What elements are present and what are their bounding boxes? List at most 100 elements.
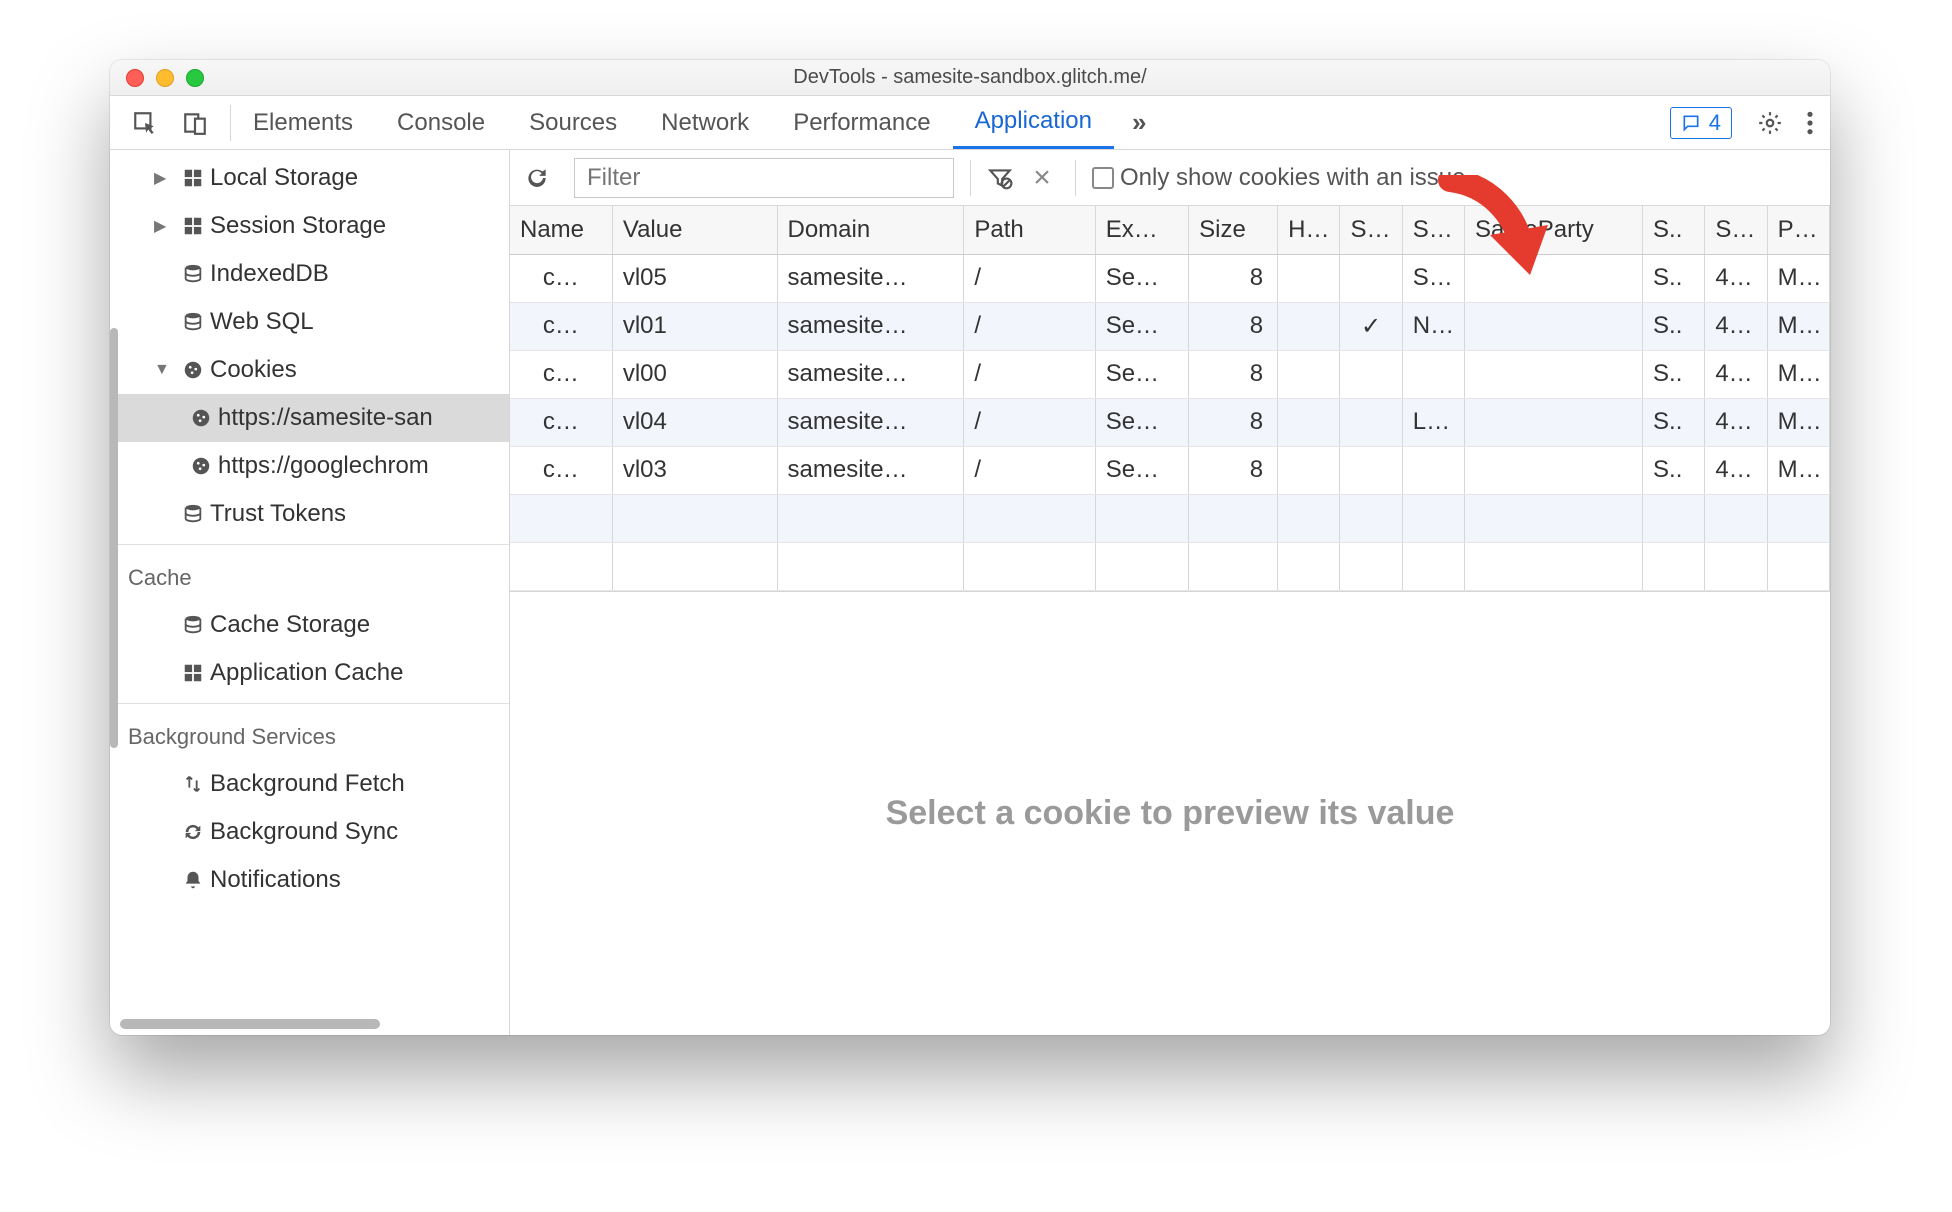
tab-elements[interactable]: Elements <box>231 96 375 149</box>
issues-count: 4 <box>1709 110 1721 136</box>
cell-s2: S.. <box>1643 398 1705 446</box>
cell-name: c… <box>510 350 612 398</box>
sidebar-scrollbar[interactable] <box>110 328 118 748</box>
col-name[interactable]: Name <box>510 206 612 254</box>
sidebar-item-label: Background Sync <box>210 818 398 846</box>
sidebar-item-websql[interactable]: Web SQL <box>110 298 509 346</box>
cookie-preview: Select a cookie to preview its value <box>510 592 1830 1036</box>
cell-size: 8 <box>1189 446 1278 494</box>
bell-icon <box>176 869 210 891</box>
sidebar-item-label: Notifications <box>210 866 341 894</box>
table-row[interactable]: c…vl03samesite…/Se…8S..4…M… <box>510 446 1830 494</box>
device-toggle-icon[interactable] <box>175 110 215 136</box>
table-row[interactable]: c…vl00samesite…/Se…8S..4…M… <box>510 350 1830 398</box>
sidebar-item-label: https://googlechrom <box>218 452 429 480</box>
col-secure[interactable]: S… <box>1340 206 1402 254</box>
col-priority[interactable]: P… <box>1767 206 1829 254</box>
cell-samesite <box>1402 446 1464 494</box>
col-size[interactable]: Size <box>1189 206 1278 254</box>
col-httponly[interactable]: H… <box>1278 206 1340 254</box>
table-row <box>510 542 1830 590</box>
col-s2[interactable]: S.. <box>1643 206 1705 254</box>
cell-exp: Se… <box>1095 446 1188 494</box>
clear-all-icon[interactable]: × <box>1025 161 1059 195</box>
cell-domain: samesite… <box>777 350 964 398</box>
cell-exp: Se… <box>1095 254 1188 302</box>
cell-http <box>1278 350 1340 398</box>
issues-button[interactable]: 4 <box>1670 107 1732 139</box>
sidebar-item-label: Local Storage <box>210 164 358 192</box>
sidebar-item-cookie-origin[interactable]: https://samesite-san <box>110 394 509 442</box>
database-icon <box>176 311 210 333</box>
sidebar-item-indexeddb[interactable]: IndexedDB <box>110 250 509 298</box>
cell-value: vl00 <box>612 350 777 398</box>
col-expires[interactable]: Ex… <box>1095 206 1188 254</box>
col-sameparty[interactable]: SameParty <box>1465 206 1643 254</box>
table-row[interactable]: c…vl04samesite…/Se…8L…S..4…M… <box>510 398 1830 446</box>
cell-s2: S.. <box>1643 350 1705 398</box>
cell-domain: samesite… <box>777 254 964 302</box>
cell-secure <box>1340 350 1402 398</box>
inspect-icon[interactable] <box>125 110 165 136</box>
sidebar-item-label: Web SQL <box>210 308 314 336</box>
sidebar-item-background-fetch[interactable]: Background Fetch <box>110 760 509 808</box>
cell-http <box>1278 302 1340 350</box>
sidebar-item-session-storage[interactable]: ▶ Session Storage <box>110 202 509 250</box>
cell-samesite: L… <box>1402 398 1464 446</box>
more-tabs-icon[interactable]: » <box>1114 107 1164 138</box>
sidebar-item-background-sync[interactable]: Background Sync <box>110 808 509 856</box>
only-issues-checkbox[interactable]: Only show cookies with an issue <box>1092 164 1466 192</box>
gear-icon[interactable] <box>1750 110 1790 136</box>
devtools-tabs: Elements Console Sources Network Perform… <box>110 96 1830 150</box>
kebab-icon[interactable] <box>1790 110 1830 136</box>
updown-icon <box>176 773 210 795</box>
tab-performance[interactable]: Performance <box>771 96 952 149</box>
cell-sameparty <box>1465 398 1643 446</box>
sidebar-item-trust-tokens[interactable]: Trust Tokens <box>110 490 509 538</box>
preview-message: Select a cookie to preview its value <box>886 794 1455 833</box>
tab-console[interactable]: Console <box>375 96 507 149</box>
clear-filter-icon[interactable] <box>987 165 1021 191</box>
cookie-icon <box>184 407 218 429</box>
cell-value: vl01 <box>612 302 777 350</box>
cell-p: M… <box>1767 446 1829 494</box>
tab-application[interactable]: Application <box>953 96 1114 149</box>
table-row[interactable]: c…vl05samesite…/Se…8S…S..4…M… <box>510 254 1830 302</box>
sidebar-item-cookies[interactable]: ▼ Cookies <box>110 346 509 394</box>
col-samesite[interactable]: S… <box>1402 206 1464 254</box>
grid-icon <box>176 215 210 237</box>
sidebar-item-application-cache[interactable]: Application Cache <box>110 649 509 697</box>
col-domain[interactable]: Domain <box>777 206 964 254</box>
sidebar-item-local-storage[interactable]: ▶ Local Storage <box>110 154 509 202</box>
col-value[interactable]: Value <box>612 206 777 254</box>
cell-s3: 4… <box>1705 398 1767 446</box>
checkbox-icon <box>1092 167 1114 189</box>
application-sidebar: ▶ Local Storage ▶ Session Storage Indexe… <box>110 150 510 1035</box>
sidebar-item-cookie-origin[interactable]: https://googlechrom <box>110 442 509 490</box>
sidebar-hscrollbar[interactable] <box>120 1019 380 1029</box>
cell-value: vl03 <box>612 446 777 494</box>
cell-http <box>1278 254 1340 302</box>
sync-icon <box>176 821 210 843</box>
cell-size: 8 <box>1189 398 1278 446</box>
cell-name: c… <box>510 302 612 350</box>
table-row[interactable]: c…vl01samesite…/Se…8✓N…S..4…M… <box>510 302 1830 350</box>
cell-sameparty <box>1465 446 1643 494</box>
sidebar-item-label: Application Cache <box>210 659 403 687</box>
sidebar-item-cache-storage[interactable]: Cache Storage <box>110 601 509 649</box>
tab-network[interactable]: Network <box>639 96 771 149</box>
chevron-right-icon: ▶ <box>154 168 176 188</box>
table-row <box>510 494 1830 542</box>
refresh-icon[interactable] <box>524 165 558 191</box>
database-icon <box>176 614 210 636</box>
col-s3[interactable]: S… <box>1705 206 1767 254</box>
cell-p: M… <box>1767 302 1829 350</box>
col-path[interactable]: Path <box>964 206 1095 254</box>
sidebar-item-notifications[interactable]: Notifications <box>110 856 509 904</box>
tab-sources[interactable]: Sources <box>507 96 639 149</box>
filter-input[interactable] <box>574 158 954 198</box>
titlebar: DevTools - samesite-sandbox.glitch.me/ <box>110 60 1830 96</box>
cookie-icon <box>184 455 218 477</box>
cell-http <box>1278 446 1340 494</box>
sidebar-item-label: Trust Tokens <box>210 500 346 528</box>
